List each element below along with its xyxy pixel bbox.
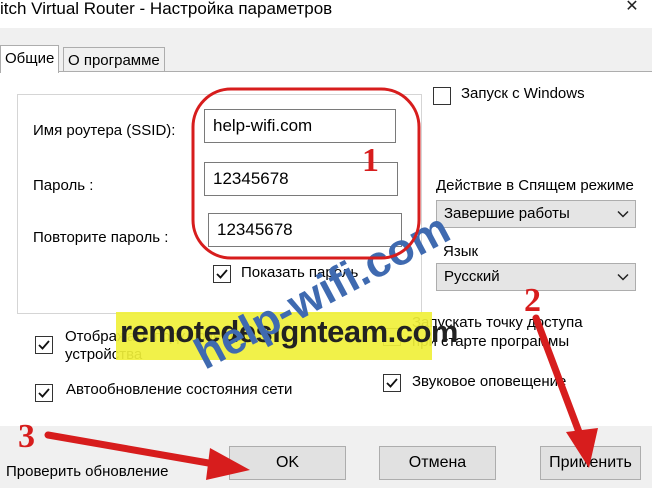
checkmark-icon xyxy=(216,269,228,279)
sleep-action-label: Действие в Спящем режиме xyxy=(436,177,634,194)
marker-2: 2 xyxy=(524,282,541,319)
autoupdate-label: Автообновление состояния сети xyxy=(66,381,293,398)
chevron-down-icon xyxy=(617,273,629,281)
window-title: itch Virtual Router - Настройка параметр… xyxy=(0,0,333,18)
sound-label: Звуковое оповещение xyxy=(412,373,567,390)
arrow-3-shaft xyxy=(44,431,224,469)
tab-general[interactable]: Общие xyxy=(0,45,60,73)
cancel-button[interactable]: Отмена xyxy=(379,446,496,480)
language-value: Русский xyxy=(444,268,500,285)
checkmark-icon xyxy=(386,378,398,388)
tab-about[interactable]: О программе xyxy=(63,47,165,73)
show-password-checkbox[interactable] xyxy=(213,265,231,283)
autoupdate-checkbox[interactable] xyxy=(35,384,53,402)
close-icon[interactable]: ✕ xyxy=(612,0,652,15)
check-update-link[interactable]: Проверить обновление xyxy=(6,463,168,480)
password-label: Пароль : xyxy=(33,177,94,194)
marker-1: 1 xyxy=(362,142,379,179)
sound-checkbox[interactable] xyxy=(383,374,401,392)
marker-3: 3 xyxy=(18,418,35,455)
autostart-checkbox[interactable] xyxy=(433,87,451,105)
checkmark-icon xyxy=(38,340,50,350)
repeat-password-label: Повторите пароль : xyxy=(33,229,169,246)
autostart-label: Запуск с Windows xyxy=(461,85,585,102)
ok-button[interactable]: OK xyxy=(229,446,346,480)
display-devices-checkbox[interactable] xyxy=(35,336,53,354)
ssid-input[interactable]: help-wifi.com xyxy=(204,109,396,143)
sleep-action-value: Завершие работы xyxy=(444,205,570,222)
apply-button[interactable]: Применить xyxy=(540,446,641,480)
chevron-down-icon xyxy=(617,210,629,218)
sleep-action-select[interactable]: Завершие работы xyxy=(436,200,636,228)
checkmark-icon xyxy=(38,388,50,398)
ssid-label: Имя роутера (SSID): xyxy=(33,122,176,139)
